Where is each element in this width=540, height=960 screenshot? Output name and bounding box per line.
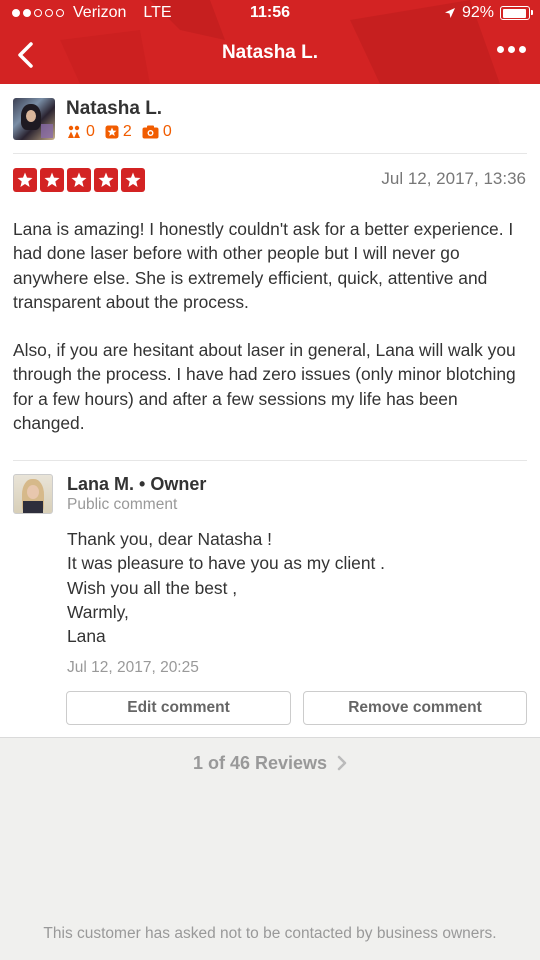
reviewer-name[interactable]: Natasha L. xyxy=(66,98,162,120)
reviewer-row[interactable]: Natasha L. 0 2 0 xyxy=(13,98,527,154)
owner-avatar xyxy=(13,474,53,514)
comment-line: Wish you all the best , xyxy=(67,577,238,598)
battery-icon xyxy=(500,6,533,20)
star-icon xyxy=(13,168,37,192)
status-bar: Verizon LTE 11:56 92% xyxy=(0,0,540,28)
comment-owner: Lana M. • Owner xyxy=(67,474,206,495)
comment-body: Thank you, dear Natasha ! It was pleasure… xyxy=(67,527,385,648)
pager-label[interactable]: 1 of 46 Reviews xyxy=(193,753,327,774)
separator-dot: • xyxy=(139,474,151,494)
contact-preference-note: This customer has asked not to be contac… xyxy=(43,925,497,942)
star-icon xyxy=(67,168,91,192)
owner-role: Owner xyxy=(150,474,207,494)
star-rating xyxy=(13,168,145,192)
status-right: 92% xyxy=(444,4,533,22)
review-star-icon xyxy=(105,125,119,139)
star-icon xyxy=(121,168,145,192)
comment-type: Public comment xyxy=(67,496,178,513)
comment-line: Thank you, dear Natasha ! xyxy=(67,529,272,549)
star-icon xyxy=(40,168,64,192)
remove-comment-button[interactable]: Remove comment xyxy=(303,691,527,725)
chevron-right-icon[interactable] xyxy=(337,755,347,771)
review-paragraph: Also, if you are hesitant about laser in… xyxy=(13,340,516,434)
edit-comment-button[interactable]: Edit comment xyxy=(66,691,291,725)
more-button[interactable] xyxy=(497,46,526,53)
photos-stat: 0 xyxy=(142,123,172,141)
reviews-count: 2 xyxy=(122,123,132,140)
friends-stat: 0 xyxy=(66,123,95,141)
star-icon xyxy=(94,168,118,192)
more-horizontal-icon xyxy=(519,46,526,53)
divider xyxy=(13,460,527,461)
location-arrow-icon xyxy=(444,8,455,18)
more-horizontal-icon xyxy=(497,46,504,53)
friends-count: 0 xyxy=(86,123,95,140)
battery-percent: 92% xyxy=(461,4,494,21)
reviewer-avatar[interactable] xyxy=(13,98,55,140)
comment-line: It was pleasure to have you as my client… xyxy=(67,553,386,574)
more-horizontal-icon xyxy=(508,46,515,53)
review-card: Natasha L. 0 2 0 Jul 12, 2017, 13:36 Lan… xyxy=(0,84,540,738)
owner-name: Lana M. xyxy=(67,474,135,494)
friends-icon xyxy=(68,125,80,138)
divider xyxy=(13,153,527,154)
photos-count: 0 xyxy=(162,123,172,140)
comment-line: Lana xyxy=(67,626,106,647)
review-pager[interactable]: 1 of 46 Reviews xyxy=(0,750,540,776)
camera-icon xyxy=(142,125,159,139)
reviews-stat: 2 xyxy=(105,123,132,141)
comment-line: Warmly, xyxy=(67,601,129,622)
review-date: Jul 12, 2017, 13:36 xyxy=(381,169,526,188)
nav-bar: Natasha L. xyxy=(0,28,540,84)
page-title: Natasha L. xyxy=(221,42,319,63)
app-header: Verizon LTE 11:56 92% Natasha L. xyxy=(0,0,540,84)
reviewer-stats: 0 2 0 xyxy=(66,123,177,141)
comment-date: Jul 12, 2017, 20:25 xyxy=(67,659,199,676)
review-body: Lana is amazing! I honestly couldn't ask… xyxy=(13,217,527,459)
review-paragraph: Lana is amazing! I honestly couldn't ask… xyxy=(13,219,514,312)
battery-fill xyxy=(502,8,526,18)
